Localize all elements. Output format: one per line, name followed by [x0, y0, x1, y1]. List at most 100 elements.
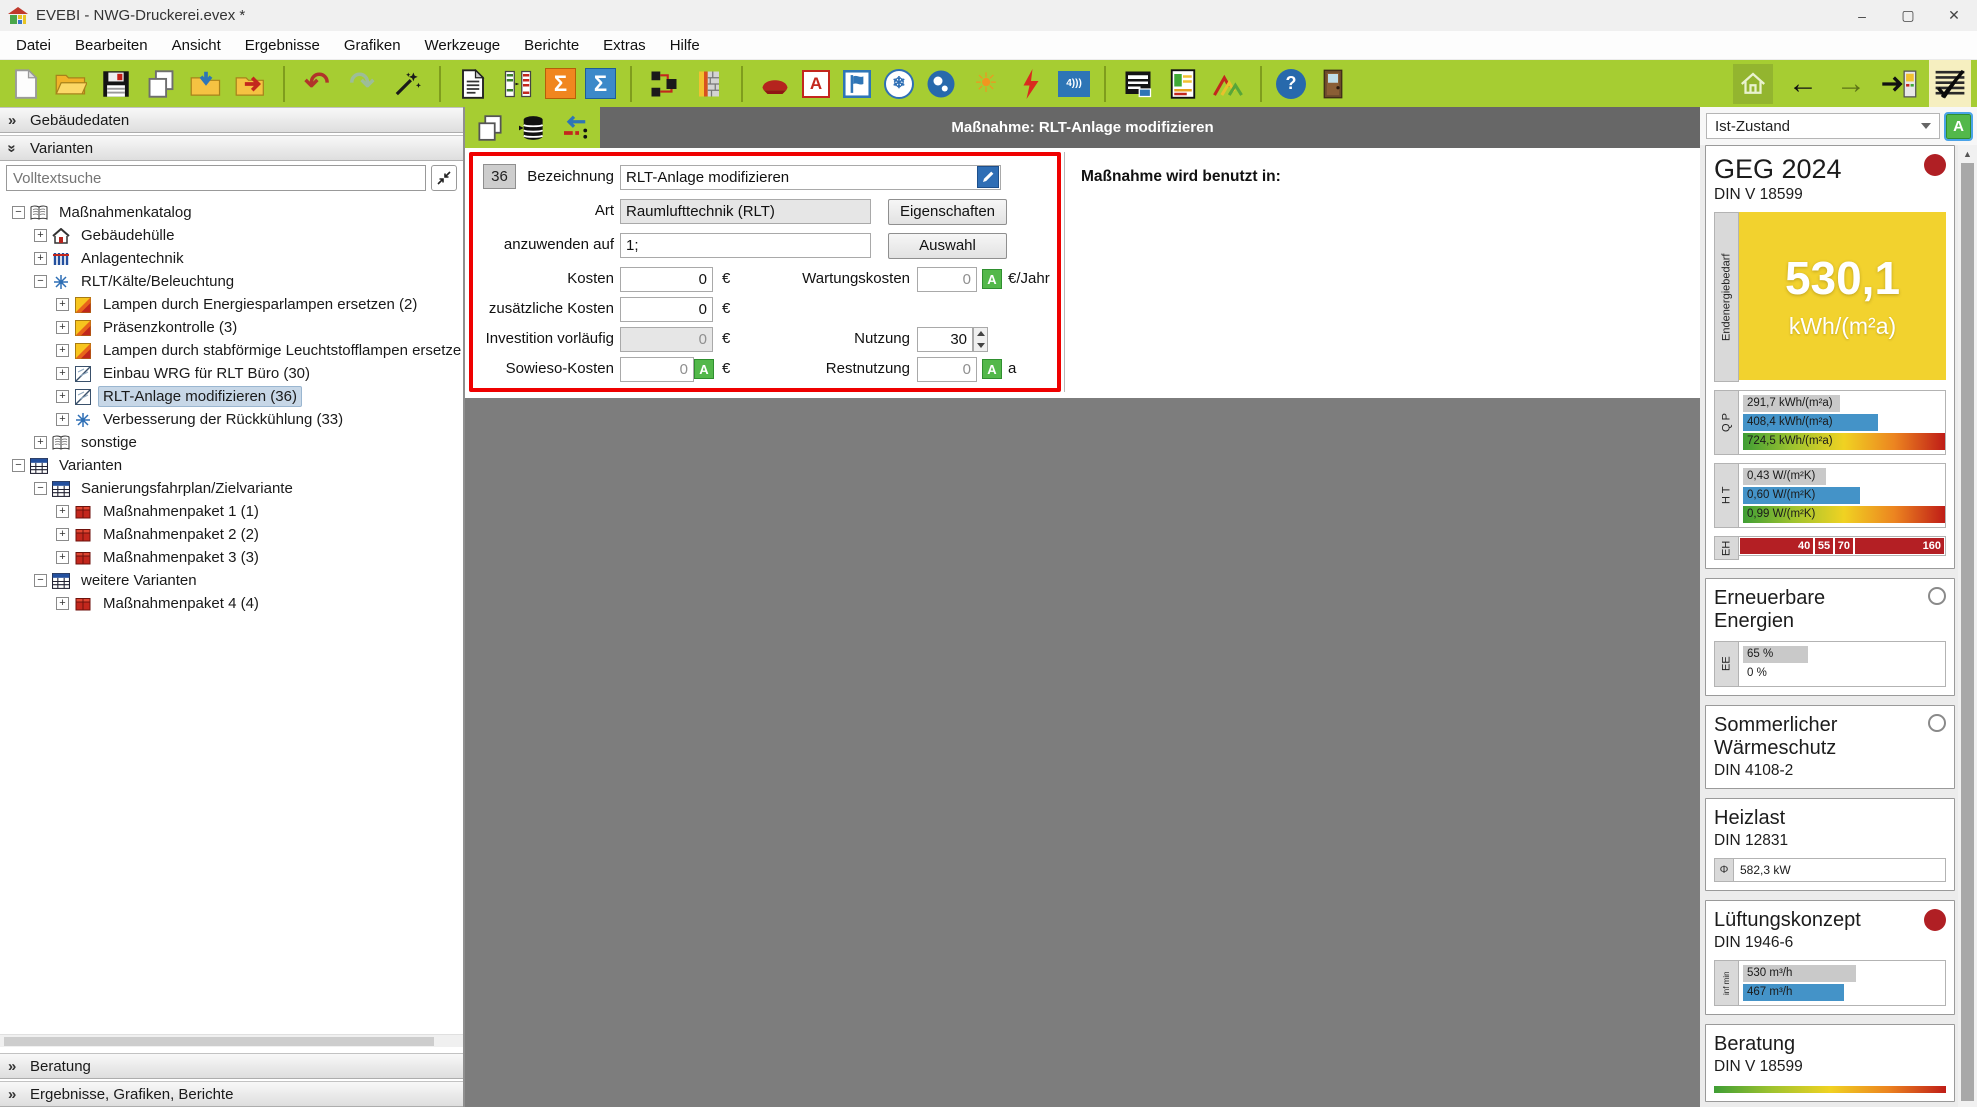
panel-header-varianten[interactable]: » Varianten: [0, 135, 463, 161]
panel-header-ergebnisse[interactable]: » Ergebnisse, Grafiken, Berichte: [0, 1081, 463, 1107]
moisture-icon[interactable]: [923, 65, 959, 103]
report-list-icon[interactable]: [1120, 65, 1156, 103]
tree-item[interactable]: +Gebäudehülle: [0, 224, 463, 247]
auto-badge[interactable]: A: [982, 269, 1002, 289]
tree-item[interactable]: +Verbesserung der Rückkühlung (33): [0, 408, 463, 431]
open-file-icon[interactable]: [53, 65, 89, 103]
anzuwenden-input[interactable]: [620, 233, 871, 258]
zusatzkosten-input[interactable]: [620, 297, 713, 322]
menu-item-werkzeuge[interactable]: Werkzeuge: [413, 31, 513, 60]
efficiency-arcs-icon[interactable]: [1210, 65, 1246, 103]
roof-cap-icon[interactable]: [757, 65, 793, 103]
copy-icon[interactable]: [143, 65, 179, 103]
tree-item[interactable]: +Einbau WRG für RLT Büro (30): [0, 362, 463, 385]
minimize-button[interactable]: –: [1839, 0, 1885, 31]
transfer-icon[interactable]: [559, 113, 589, 143]
auto-badge[interactable]: A: [982, 359, 1002, 379]
tree-item[interactable]: +Maßnahmenpaket 3 (3): [0, 546, 463, 569]
expand-toggle-icon[interactable]: +: [56, 551, 69, 564]
tree-item[interactable]: +Präsenzkontrolle (3): [0, 316, 463, 339]
expand-toggle-icon[interactable]: +: [34, 436, 47, 449]
cooling-icon[interactable]: ❄: [884, 69, 914, 99]
notes-edit-icon[interactable]: [1929, 60, 1971, 107]
panel-header-gebaeudedaten[interactable]: » Gebäudedaten: [0, 107, 463, 133]
flag-pennant-icon[interactable]: [839, 65, 875, 103]
menu-item-hilfe[interactable]: Hilfe: [658, 31, 712, 60]
fulltext-search-input[interactable]: [6, 165, 426, 191]
nav-back-icon[interactable]: ←: [1785, 65, 1821, 103]
expand-toggle-icon[interactable]: +: [56, 505, 69, 518]
expand-toggle-icon[interactable]: +: [34, 252, 47, 265]
energy-certificate-icon[interactable]: [1165, 65, 1201, 103]
redo-icon[interactable]: ↷: [344, 65, 380, 103]
expand-toggle-icon[interactable]: +: [56, 321, 69, 334]
expand-toggle-icon[interactable]: +: [56, 528, 69, 541]
collapse-toggle-icon[interactable]: −: [34, 275, 47, 288]
tree-item[interactable]: +sonstige: [0, 431, 463, 454]
nutzung-input[interactable]: [917, 327, 973, 352]
report-page-icon[interactable]: [455, 65, 491, 103]
tree-item[interactable]: +Maßnahmenpaket 4 (4): [0, 592, 463, 615]
database-icon[interactable]: [517, 113, 547, 143]
tree-item[interactable]: −Maßnahmenkatalog: [0, 201, 463, 224]
expand-toggle-icon[interactable]: +: [56, 367, 69, 380]
eigenschaften-button[interactable]: Eigenschaften: [888, 199, 1007, 225]
heating-a-icon[interactable]: A: [802, 70, 830, 98]
sun-icon[interactable]: ☀: [968, 65, 1004, 103]
expand-toggle-icon[interactable]: +: [56, 413, 69, 426]
auswahl-button[interactable]: Auswahl: [888, 233, 1007, 259]
building-home-icon[interactable]: [1733, 64, 1773, 104]
scrollbar-thumb[interactable]: [4, 1037, 434, 1046]
tree-item[interactable]: −Sanierungsfahrplan/Zielvariante: [0, 477, 463, 500]
kosten-input[interactable]: [620, 267, 713, 292]
save-icon[interactable]: [98, 65, 134, 103]
menu-item-ansicht[interactable]: Ansicht: [160, 31, 233, 60]
lightning-icon[interactable]: [1013, 65, 1049, 103]
menu-item-extras[interactable]: Extras: [591, 31, 658, 60]
nav-exit-icon[interactable]: [1881, 65, 1917, 103]
import-icon[interactable]: [188, 65, 224, 103]
expand-toggle-icon[interactable]: +: [56, 344, 69, 357]
bezeichnung-input[interactable]: [620, 165, 1001, 190]
sound-icon[interactable]: 4))): [1058, 71, 1090, 97]
collapse-all-icon[interactable]: [431, 165, 457, 191]
sum-orange-icon[interactable]: Σ: [545, 68, 576, 99]
sidebar-horizontal-scrollbar[interactable]: [0, 1034, 463, 1047]
door-icon[interactable]: [1315, 65, 1351, 103]
tree-item[interactable]: −weitere Varianten: [0, 569, 463, 592]
menu-item-datei[interactable]: Datei: [4, 31, 63, 60]
balance-columns-icon[interactable]: [500, 65, 536, 103]
art-input[interactable]: [620, 199, 871, 224]
results-scrollbar[interactable]: ▲: [1958, 145, 1977, 1107]
menu-item-ergebnisse[interactable]: Ergebnisse: [233, 31, 332, 60]
tree-item[interactable]: +Lampen durch Energiesparlampen ersetzen…: [0, 293, 463, 316]
schema-nodes-icon[interactable]: [646, 65, 682, 103]
expand-toggle-icon[interactable]: +: [56, 597, 69, 610]
help-icon[interactable]: ?: [1276, 69, 1306, 99]
collapse-toggle-icon[interactable]: −: [34, 482, 47, 495]
tree-item[interactable]: +Anlagentechnik: [0, 247, 463, 270]
state-selector-dropdown[interactable]: Ist-Zustand: [1706, 113, 1940, 139]
nutzung-stepper[interactable]: [973, 327, 988, 352]
tree-item[interactable]: +Maßnahmenpaket 2 (2): [0, 523, 463, 546]
menu-item-bearbeiten[interactable]: Bearbeiten: [63, 31, 160, 60]
undo-icon[interactable]: ↶: [299, 65, 335, 103]
wall-layers-icon[interactable]: [691, 65, 727, 103]
auto-badge[interactable]: A: [694, 359, 714, 379]
expand-toggle-icon[interactable]: +: [56, 390, 69, 403]
menu-item-grafiken[interactable]: Grafiken: [332, 31, 413, 60]
copy-measure-icon[interactable]: [475, 113, 505, 143]
tree-item[interactable]: −RLT/Kälte/Beleuchtung: [0, 270, 463, 293]
wartungskosten-input[interactable]: [917, 267, 977, 292]
tree-item[interactable]: +Lampen durch stabförmige Leuchtstofflam…: [0, 339, 463, 362]
wizard-icon[interactable]: [389, 65, 425, 103]
maximize-button[interactable]: ▢: [1885, 0, 1931, 31]
scrollbar-thumb[interactable]: [1961, 163, 1974, 1101]
edit-pencil-icon[interactable]: [977, 166, 999, 188]
menu-item-berichte[interactable]: Berichte: [512, 31, 591, 60]
panel-header-beratung[interactable]: » Beratung: [0, 1053, 463, 1079]
expand-toggle-icon[interactable]: +: [56, 298, 69, 311]
sowieso-input[interactable]: [620, 357, 694, 382]
export-icon[interactable]: [233, 65, 269, 103]
tree-item[interactable]: −Varianten: [0, 454, 463, 477]
